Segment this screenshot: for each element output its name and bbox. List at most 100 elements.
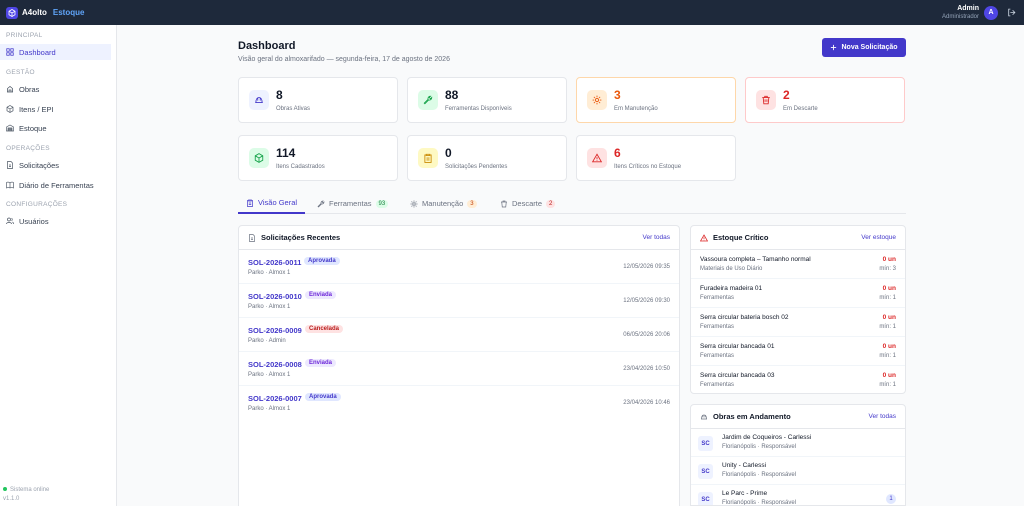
tab-badge: 2	[546, 199, 556, 208]
table-row[interactable]: SOL-2026-0008 Enviada Parko · Almox 1 23…	[239, 352, 679, 386]
sidebar: PRINCIPAL Dashboard GESTÃO Obras Itens /…	[0, 25, 117, 506]
item-name: Serra circular bancada 01	[700, 343, 775, 350]
request-id[interactable]: SOL-2026-0010	[248, 292, 302, 301]
request-date: 06/05/2026 20:06	[623, 332, 670, 338]
tab-badge: 3	[467, 199, 477, 208]
stat-card-obras-ativas[interactable]: 8 Obras Ativas	[238, 77, 398, 123]
user-info: Admin Administrador	[942, 4, 979, 22]
sidebar-footer: Sistema online v1.1.0	[3, 486, 49, 504]
recent-requests-panel: Solicitações Recentes Ver todas SOL-2026…	[238, 225, 680, 506]
sidebar-item-dashboard[interactable]: Dashboard	[0, 44, 111, 60]
sidebar-item-estoque[interactable]: Estoque	[0, 120, 111, 136]
item-category: Ferramentas	[700, 324, 735, 330]
avatar[interactable]: A	[984, 5, 998, 20]
request-id[interactable]: SOL-2026-0008	[248, 360, 302, 369]
clipboard-icon	[246, 199, 254, 207]
item-quantity: 0 un	[882, 256, 896, 263]
grid-icon	[6, 48, 14, 56]
sidebar-item-label: Diário de Ferramentas	[19, 180, 94, 190]
trash-icon	[756, 90, 776, 110]
stat-card-itens-criticos[interactable]: 6 Itens Críticos no Estoque	[576, 135, 736, 181]
sidebar-item-obras[interactable]: Obras	[0, 81, 111, 97]
tab-ferramentas[interactable]: Ferramentas 93	[317, 193, 389, 214]
list-item[interactable]: Vassoura completa – Tamanho normal Mater…	[691, 250, 905, 279]
sidebar-item-label: Estoque	[19, 123, 47, 133]
tab-descarte[interactable]: Descarte 2	[500, 193, 556, 214]
gear-icon	[587, 90, 607, 110]
request-id[interactable]: SOL-2026-0011	[248, 258, 301, 267]
work-location: Florianópolis · Responsável	[722, 444, 797, 450]
tab-manutencao[interactable]: Manutenção 3	[410, 193, 477, 214]
item-name: Serra circular bateria bosch 02	[700, 314, 789, 321]
stat-value: 2	[783, 88, 790, 102]
list-item[interactable]: SC Le Parc - Prime Florianópolis · Respo…	[691, 485, 905, 505]
sidebar-item-itens-epi[interactable]: Itens / EPI	[0, 101, 111, 117]
section-operacoes: OPERAÇÕES	[6, 145, 50, 152]
item-name: Vassoura completa – Tamanho normal	[700, 256, 811, 263]
work-location: Florianópolis · Responsável	[722, 472, 797, 478]
page-subtitle: Visão geral do almoxarifado — segunda-fe…	[238, 56, 450, 63]
book-icon	[6, 181, 14, 189]
panel-header: Solicitações Recentes Ver todas	[239, 226, 679, 250]
item-quantity: 0 un	[882, 285, 896, 292]
sidebar-item-label: Itens / EPI	[19, 104, 54, 114]
sidebar-item-diario-ferramentas[interactable]: Diário de Ferramentas	[0, 177, 111, 193]
item-name: Furadeira madeira 01	[700, 285, 763, 292]
file-icon	[248, 233, 256, 242]
list-item[interactable]: Serra circular bancada 01 Ferramentas 0 …	[691, 337, 905, 366]
view-stock-link[interactable]: Ver estoque	[861, 234, 896, 241]
list-item[interactable]: SC Unity - Carlessi Florianópolis · Resp…	[691, 457, 905, 485]
warning-icon	[587, 148, 607, 168]
table-row[interactable]: SOL-2026-0011 Aprovada Parko · Almox 1 1…	[239, 250, 679, 284]
sidebar-item-usuarios[interactable]: Usuários	[0, 213, 111, 229]
tab-visao-geral[interactable]: Visão Geral	[238, 193, 306, 214]
request-date: 12/05/2026 09:30	[623, 298, 670, 304]
item-category: Ferramentas	[700, 295, 735, 301]
stat-card-em-descarte[interactable]: 2 Em Descarte	[745, 77, 905, 123]
brand[interactable]: A4olto Estoque	[6, 6, 85, 19]
critical-stock-panel: Estoque Crítico Ver estoque Vassoura com…	[690, 225, 906, 394]
hard-hat-icon	[700, 413, 708, 421]
list-item[interactable]: Furadeira madeira 01 Ferramentas 0 un mí…	[691, 279, 905, 308]
stat-card-solicitacoes-pendentes[interactable]: 0 Solicitações Pendentes	[407, 135, 567, 181]
sidebar-item-solicitacoes[interactable]: Solicitações	[0, 157, 111, 173]
list-item[interactable]: Serra circular bateria bosch 02 Ferramen…	[691, 308, 905, 337]
table-row[interactable]: SOL-2026-0009 Cancelada Parko · Admin 06…	[239, 318, 679, 352]
stat-value: 3	[614, 88, 621, 102]
warehouse-icon	[6, 124, 14, 132]
stat-value: 8	[276, 88, 283, 102]
logout-icon[interactable]	[1007, 8, 1016, 17]
view-all-works-link[interactable]: Ver todas	[869, 413, 896, 420]
tab-label: Visão Geral	[258, 198, 298, 207]
panel-title: Obras em Andamento	[713, 412, 791, 421]
request-meta: Parko · Almox 1	[248, 372, 291, 378]
work-name: Jardim de Coqueiros - Carlessi	[722, 434, 812, 441]
request-id[interactable]: SOL-2026-0007	[248, 394, 302, 403]
panel-title: Solicitações Recentes	[261, 233, 341, 242]
list-item[interactable]: SC Jardim de Coqueiros - Carlessi Floria…	[691, 429, 905, 457]
wrench-icon	[317, 200, 325, 208]
app-name-accent: Estoque	[52, 8, 85, 17]
stat-label: Itens Cadastrados	[276, 164, 325, 170]
list-item[interactable]: Serra circular bancada 03 Ferramentas 0 …	[691, 366, 905, 395]
stat-card-em-manutencao[interactable]: 3 Em Manutenção	[576, 77, 736, 123]
table-row[interactable]: SOL-2026-0010 Enviada Parko · Almox 1 12…	[239, 284, 679, 318]
work-name: Le Parc - Prime	[722, 490, 768, 497]
cube-icon	[249, 148, 269, 168]
users-icon	[6, 217, 14, 225]
gear-icon	[410, 200, 418, 208]
sidebar-item-label: Dashboard	[19, 47, 56, 57]
view-all-requests-link[interactable]: Ver todas	[643, 234, 670, 241]
trash-icon	[500, 200, 508, 208]
table-row[interactable]: SOL-2026-0007 Aprovada Parko · Almox 1 2…	[239, 386, 679, 420]
new-request-button[interactable]: Nova Solicitação	[822, 38, 906, 57]
stat-card-itens-cadastrados[interactable]: 114 Itens Cadastrados	[238, 135, 398, 181]
request-id[interactable]: SOL-2026-0009	[248, 326, 302, 335]
user-name: Admin	[957, 4, 979, 12]
item-quantity: 0 un	[882, 343, 896, 350]
stat-card-ferramentas-disponiveis[interactable]: 88 Ferramentas Disponíveis	[407, 77, 567, 123]
user-role: Administrador	[941, 13, 979, 20]
status-badge: Enviada	[305, 291, 337, 299]
request-meta: Parko · Admin	[248, 338, 286, 344]
works-in-progress-panel: Obras em Andamento Ver todas SC Jardim d…	[690, 404, 906, 506]
